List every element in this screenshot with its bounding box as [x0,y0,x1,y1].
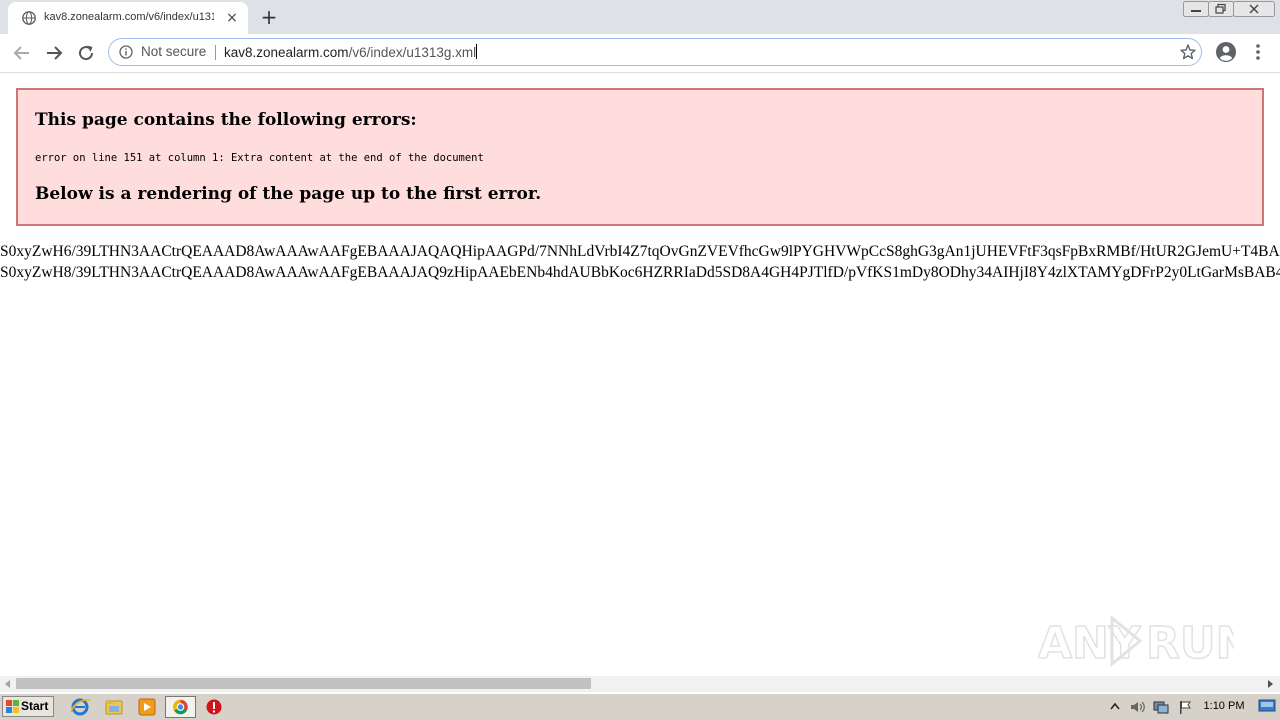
scroll-left-arrow-icon[interactable] [4,680,12,688]
payload-line: S0xyZwH8/39LTHN3AACtrQEAAAD8AwAAAwAAFgEB… [0,264,1280,281]
new-tab-button[interactable]: + [258,6,280,28]
restore-window-button[interactable] [1208,1,1234,17]
security-label[interactable]: Not secure [141,44,206,59]
profile-avatar-icon[interactable] [1215,41,1237,63]
back-arrow-icon[interactable] [10,42,34,64]
tab-title: kav8.zonealarm.com/v6/index/u1313g.xml [44,11,214,23]
action-center-flag-icon[interactable] [1176,699,1194,715]
globe-icon [22,11,36,25]
forward-arrow-icon[interactable] [42,42,66,64]
address-bar[interactable]: Not secure kav8.zonealarm.com/v6/index/u… [108,38,1202,66]
reload-icon[interactable] [74,42,98,64]
start-label: Start [21,699,49,713]
url-host: kav8.zonealarm.com [224,45,349,60]
error-heading: This page contains the following errors: [35,110,417,130]
file-explorer-icon[interactable] [100,696,128,718]
url-text[interactable]: kav8.zonealarm.com/v6/index/u1313g.xml [224,44,478,60]
chrome-icon[interactable] [165,696,196,718]
info-icon[interactable] [119,45,133,59]
text-caret [476,44,478,59]
close-tab-icon[interactable]: × [224,10,240,26]
payload-line: S0xyZwH6/39LTHN3AACtrQEAAAD8AwAAAwAAFgEB… [0,243,1280,260]
tab-strip: kav8.zonealarm.com/v6/index/u1313g.xml ×… [0,0,1280,34]
error-detail: error on line 151 at column 1: Extra con… [35,152,484,164]
scroll-right-arrow-icon[interactable] [1266,680,1274,688]
taskbar-clock[interactable]: 1:10 PM [1200,700,1248,712]
show-hidden-icons-icon[interactable] [1106,699,1124,715]
stop-sign-icon[interactable] [200,696,228,718]
anyrun-watermark-logo: ANY RUN [1038,614,1234,670]
watermark-text-any: ANY [1038,618,1142,669]
bookmark-star-icon[interactable] [1179,43,1197,61]
internet-explorer-icon[interactable] [66,696,94,718]
show-desktop-icon[interactable] [1258,698,1276,714]
windows-logo-icon [6,700,19,713]
rendering-note-heading: Below is a rendering of the page up to t… [35,184,542,204]
start-button[interactable]: Start [2,696,54,717]
watermark-text-run: RUN [1146,618,1234,669]
media-player-icon[interactable] [133,696,161,718]
address-separator [215,45,216,60]
network-icon[interactable] [1152,699,1170,715]
horizontal-scrollbar[interactable] [0,676,1280,692]
volume-icon[interactable] [1128,699,1146,715]
windows-taskbar: Start 1:10 PM [0,693,1280,720]
horizontal-scroll-thumb[interactable] [16,678,591,689]
browser-tab[interactable]: kav8.zonealarm.com/v6/index/u1313g.xml × [8,2,248,34]
browser-toolbar: Not secure kav8.zonealarm.com/v6/index/u… [0,34,1280,73]
close-window-button[interactable] [1233,1,1275,17]
xml-parse-error-box: This page contains the following errors:… [16,88,1264,226]
minimize-window-button[interactable] [1183,1,1209,17]
url-path: /v6/index/u1313g.xml [348,45,477,60]
browser-menu-icon[interactable] [1250,41,1266,63]
